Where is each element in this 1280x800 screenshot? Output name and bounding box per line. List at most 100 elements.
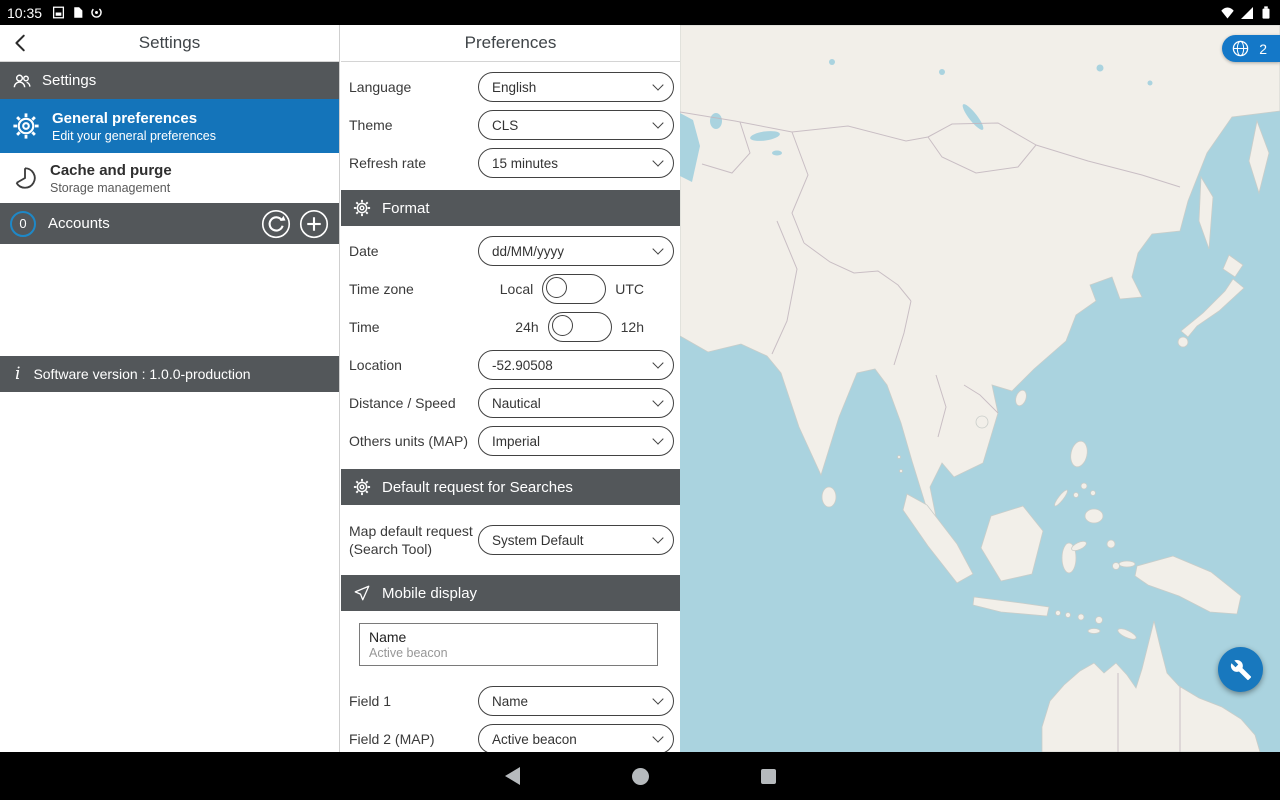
time-label: Time (349, 319, 380, 335)
mobile-display-section-header: Mobile display (341, 575, 680, 611)
sd-card-icon (71, 6, 84, 19)
timezone-row: Time zone Local UTC (341, 270, 680, 308)
wifi-icon (1220, 6, 1235, 20)
add-account-button[interactable] (299, 209, 329, 239)
search-defaults-section-header: Default request for Searches (341, 469, 680, 505)
nav-home-button[interactable] (632, 768, 649, 785)
refresh-rate-label: Refresh rate (349, 155, 426, 171)
info-icon: i (15, 364, 20, 384)
timezone-local-label: Local (500, 281, 533, 297)
map-layers-badge[interactable]: 2 (1222, 35, 1280, 62)
plus-icon (299, 209, 329, 239)
cache-and-purge-title: Cache and purge (50, 162, 172, 179)
accounts-bar: 0 Accounts (0, 203, 339, 244)
other-units-dropdown[interactable]: Imperial (478, 426, 674, 456)
distance-speed-row: Distance / Speed Nautical (341, 384, 680, 422)
field1-dropdown[interactable]: Name (478, 686, 674, 716)
toggle-knob (552, 315, 573, 336)
map-default-request-dropdown[interactable]: System Default (478, 525, 674, 555)
world-map[interactable] (680, 25, 1280, 752)
date-format-dropdown[interactable]: dd/MM/yyyy (478, 236, 674, 266)
location-label: Location (349, 357, 402, 373)
chevron-down-icon (652, 243, 663, 254)
other-units-value: Imperial (492, 434, 540, 449)
search-defaults-section-title: Default request for Searches (382, 479, 573, 496)
language-dropdown[interactable]: English (478, 72, 674, 102)
mobile-display-section-title: Mobile display (382, 585, 477, 602)
map-default-request-label: Map default request (Search Tool) (349, 522, 477, 558)
settings-section-bar: Settings (0, 62, 339, 99)
preferences-header: Preferences (341, 25, 680, 62)
chevron-down-icon (652, 117, 663, 128)
chevron-down-icon (652, 79, 663, 90)
time-12h-label: 12h (621, 319, 644, 335)
gear-icon (353, 199, 371, 217)
refresh-rate-value: 15 minutes (492, 156, 558, 171)
distance-speed-value: Nautical (492, 396, 541, 411)
gear-icon (353, 478, 371, 496)
software-version-text: Software version : 1.0.0-production (33, 366, 250, 382)
beacon-preview-box: Name Active beacon (359, 623, 658, 666)
other-units-label: Others units (MAP) (349, 433, 468, 449)
time-row: Time 24h 12h (341, 308, 680, 346)
chevron-down-icon (652, 395, 663, 406)
nav-back-button[interactable] (505, 767, 520, 785)
toggle-knob (546, 277, 567, 298)
timezone-utc-label: UTC (615, 281, 644, 297)
map-panel: 2 (680, 25, 1280, 752)
sidebar-item-cache-and-purge[interactable]: Cache and purge Storage management (0, 153, 339, 203)
date-label: Date (349, 243, 379, 259)
time-24h-label: 24h (515, 319, 538, 335)
gear-icon (12, 112, 40, 140)
location-row: Location -52.90508 (341, 346, 680, 384)
location-format-dropdown[interactable]: -52.90508 (478, 350, 674, 380)
accounts-label: Accounts (48, 215, 110, 232)
field1-value: Name (492, 694, 528, 709)
battery-icon (1259, 5, 1273, 20)
field2-dropdown[interactable]: Active beacon (478, 724, 674, 752)
cache-and-purge-subtitle: Storage management (50, 181, 172, 195)
preferences-panel-title: Preferences (465, 33, 557, 53)
chevron-down-icon (652, 693, 663, 704)
field2-row: Field 2 (MAP) Active beacon (341, 720, 680, 752)
settings-panel-title: Settings (139, 33, 200, 53)
settings-section-label: Settings (42, 72, 96, 89)
theme-label: Theme (349, 117, 393, 133)
settings-header: Settings (0, 25, 339, 62)
map-badge-count: 2 (1259, 41, 1267, 57)
field1-label: Field 1 (349, 693, 391, 709)
refresh-rate-dropdown[interactable]: 15 minutes (478, 148, 674, 178)
sidebar-item-general-preferences[interactable]: General preferences Edit your general pr… (0, 99, 339, 153)
beacon-preview-subtitle: Active beacon (369, 646, 648, 660)
nav-recents-button[interactable] (761, 769, 776, 784)
distance-speed-dropdown[interactable]: Nautical (478, 388, 674, 418)
timezone-label: Time zone (349, 281, 414, 297)
general-preferences-subtitle: Edit your general preferences (52, 129, 216, 143)
data-saver-icon (90, 6, 103, 19)
accounts-count-badge: 0 (10, 211, 36, 237)
date-format-value: dd/MM/yyyy (492, 244, 564, 259)
language-label: Language (349, 79, 411, 95)
general-preferences-title: General preferences (52, 110, 216, 127)
map-default-request-row: Map default request (Search Tool) System… (341, 511, 680, 569)
software-version-bar: i Software version : 1.0.0-production (0, 356, 339, 392)
chevron-down-icon (652, 731, 663, 742)
language-row: Language English (341, 68, 680, 106)
location-format-value: -52.90508 (492, 358, 553, 373)
map-tools-button[interactable] (1218, 647, 1263, 692)
timezone-toggle[interactable] (542, 274, 606, 304)
refresh-accounts-button[interactable] (261, 209, 291, 239)
format-section-title: Format (382, 200, 430, 217)
send-icon (353, 584, 371, 602)
android-nav-bar (0, 752, 1280, 800)
chevron-down-icon (652, 532, 663, 543)
theme-row: Theme CLS (341, 106, 680, 144)
wrench-icon (1230, 659, 1252, 681)
theme-dropdown[interactable]: CLS (478, 110, 674, 140)
chevron-down-icon (652, 155, 663, 166)
back-button[interactable] (10, 32, 32, 54)
people-icon (12, 71, 32, 91)
beacon-preview-title: Name (369, 629, 648, 645)
time-format-toggle[interactable] (548, 312, 612, 342)
refresh-rate-row: Refresh rate 15 minutes (341, 144, 680, 182)
